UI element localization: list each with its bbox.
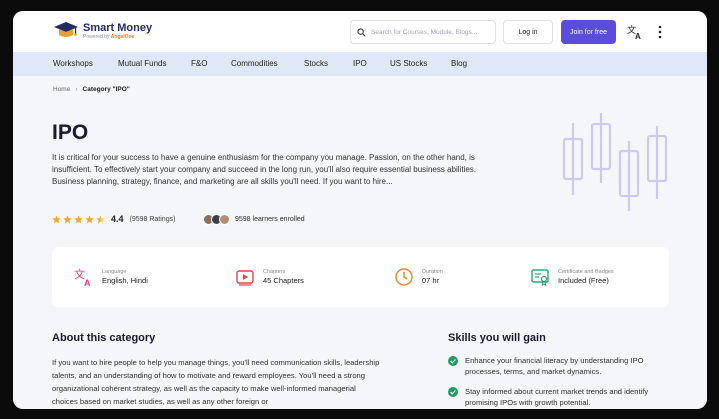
language-value: English, Hindi xyxy=(102,275,148,285)
candlestick-illustration xyxy=(562,113,668,211)
brand-logo[interactable]: Smart Money Powered by AngelOne xyxy=(53,21,152,41)
nav-item-workshops[interactable]: Workshops xyxy=(53,59,93,68)
svg-text:A: A xyxy=(635,32,641,40)
language-label: Language xyxy=(102,268,127,275)
avatar xyxy=(219,213,230,225)
search-icon xyxy=(357,27,366,36)
rating-value: 4.4 xyxy=(111,214,124,224)
nav-item-fo[interactable]: F&O xyxy=(191,59,207,68)
star-icon xyxy=(52,214,61,223)
login-button[interactable]: Log in xyxy=(503,20,553,44)
brand-name: Smart Money xyxy=(83,21,153,34)
learners-enrolled: 9598 learners enrolled xyxy=(203,212,305,226)
app-window: Smart Money Powered by AngelOne Log in J… xyxy=(13,11,707,409)
info-language: 文 A Language English, Hindi xyxy=(74,267,148,287)
check-circle-icon xyxy=(448,356,458,366)
learners-count: 9598 learners enrolled xyxy=(235,215,305,223)
translate-icon[interactable]: 文 A xyxy=(627,24,643,40)
brand-tagline: Powered by AngelOne xyxy=(83,33,135,40)
star-icon xyxy=(74,214,83,223)
join-button[interactable]: Join for free xyxy=(561,20,616,44)
search-box[interactable] xyxy=(350,20,496,44)
star-rating xyxy=(52,214,107,224)
rating-count: (9598 Ratings) xyxy=(129,215,176,223)
skills-title: Skills you will gain xyxy=(448,332,546,344)
info-certificate: Certificate and Badges Included (Free) xyxy=(530,267,614,287)
about-text: If you want to hire people to help you m… xyxy=(52,358,380,406)
nav-item-ipo[interactable]: IPO xyxy=(353,59,367,68)
certificate-value: Included (Free) xyxy=(558,275,609,285)
skill-text: Stay informed about current market trend… xyxy=(465,387,649,407)
about-title: About this category xyxy=(52,332,156,344)
info-duration: Duration 07 hr xyxy=(394,267,443,287)
skill-text: Enhance your financial literacy by under… xyxy=(465,356,644,376)
check-circle-icon xyxy=(448,387,458,397)
half-star-icon xyxy=(96,214,105,223)
more-vertical-icon[interactable] xyxy=(656,24,664,40)
duration-value: 07 hr xyxy=(422,275,440,285)
page-title: IPO xyxy=(52,121,89,144)
skill-item: Stay informed about current market trend… xyxy=(448,386,658,408)
category-nav: Workshops Mutual Funds F&O Commodities S… xyxy=(13,52,707,76)
nav-item-us-stocks[interactable]: US Stocks xyxy=(390,59,427,68)
nav-item-blog[interactable]: Blog xyxy=(451,59,467,68)
search-input[interactable] xyxy=(371,28,491,36)
star-icon xyxy=(63,214,72,223)
info-chapters: Chapters 45 Chapters xyxy=(235,267,304,287)
chapters-label: Chapters xyxy=(263,268,286,275)
chevron-right-icon: › xyxy=(75,86,78,93)
svg-text:A: A xyxy=(84,278,91,287)
translate-icon: 文 A xyxy=(74,267,91,287)
skill-item: Enhance your financial literacy by under… xyxy=(448,355,658,377)
category-info-card: 文 A Language English, Hindi Chapters 45 … xyxy=(52,247,669,307)
breadcrumb-current: Category "IPO" xyxy=(82,86,130,93)
category-description: It is critical for your success to have … xyxy=(52,153,476,186)
play-icon xyxy=(236,270,254,286)
chapters-value: 45 Chapters xyxy=(263,275,304,285)
breadcrumb-home[interactable]: Home xyxy=(53,86,70,93)
duration-label: Duration xyxy=(422,268,443,275)
graduation-cap-icon xyxy=(54,22,78,37)
top-header: Smart Money Powered by AngelOne Log in J… xyxy=(13,11,707,52)
certificate-label: Certificate and Badges xyxy=(558,268,614,275)
clock-icon xyxy=(395,268,413,286)
rating: 4.4 (9598 Ratings) xyxy=(52,212,175,226)
breadcrumb: Home › Category "IPO" xyxy=(53,86,130,93)
nav-item-stocks[interactable]: Stocks xyxy=(304,59,328,68)
nav-item-mutual-funds[interactable]: Mutual Funds xyxy=(118,59,166,68)
star-icon xyxy=(85,214,94,223)
certificate-icon xyxy=(531,269,549,286)
nav-item-commodities[interactable]: Commodities xyxy=(231,59,278,68)
